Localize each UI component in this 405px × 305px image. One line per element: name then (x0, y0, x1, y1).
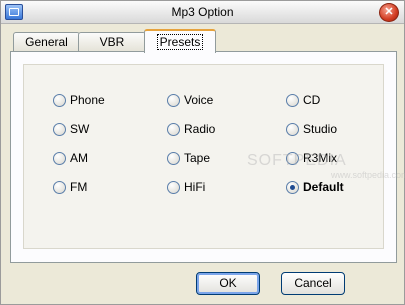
radio-button-checked-icon (286, 181, 299, 194)
tab-general-label: General (25, 35, 68, 49)
radio-label: SW (70, 122, 90, 136)
radio-button-icon (167, 152, 180, 165)
window-title: Mp3 Option (171, 5, 234, 19)
radio-button-icon (53, 181, 66, 194)
radio-button-icon (167, 123, 180, 136)
tab-vbr-label: VBR (99, 35, 125, 49)
radio-label: Studio (303, 122, 338, 136)
title-bar[interactable]: Mp3 Option ✕ (1, 1, 404, 24)
tab-vbr[interactable]: VBR (78, 32, 146, 52)
radio-label: Phone (70, 93, 105, 107)
radio-label: CD (303, 93, 321, 107)
tab-general[interactable]: General (13, 32, 80, 52)
radio-label: AM (70, 151, 88, 165)
radio-button-icon (53, 152, 66, 165)
close-icon[interactable]: ✕ (379, 3, 399, 22)
radio-label: Tape (184, 151, 211, 165)
radio-label: Radio (184, 122, 216, 136)
radio-label: Default (303, 180, 344, 194)
radio-button-icon (53, 123, 66, 136)
ok-button[interactable]: OK (196, 272, 260, 295)
radio-button-icon (53, 94, 66, 107)
cancel-button[interactable]: Cancel (281, 272, 345, 295)
radio-button-icon (286, 94, 299, 107)
radio-button-icon (167, 181, 180, 194)
radio-button-icon (167, 94, 180, 107)
tab-presets[interactable]: Presets (144, 29, 216, 53)
mp3-option-dialog: Mp3 Option ✕ General VBR Presets Phone S… (0, 0, 405, 305)
tab-presets-label: Presets (156, 34, 204, 50)
radio-label: FM (70, 180, 88, 194)
watermark-brand: SOFTPEDIA (247, 152, 347, 169)
radio-button-icon (286, 123, 299, 136)
radio-label: HiFi (184, 180, 206, 194)
watermark-domain: www.softpedia.com (331, 170, 405, 180)
radio-label: Voice (184, 93, 214, 107)
softpedia-watermark: SOFTPEDIA www.softpedia.com (247, 152, 405, 180)
